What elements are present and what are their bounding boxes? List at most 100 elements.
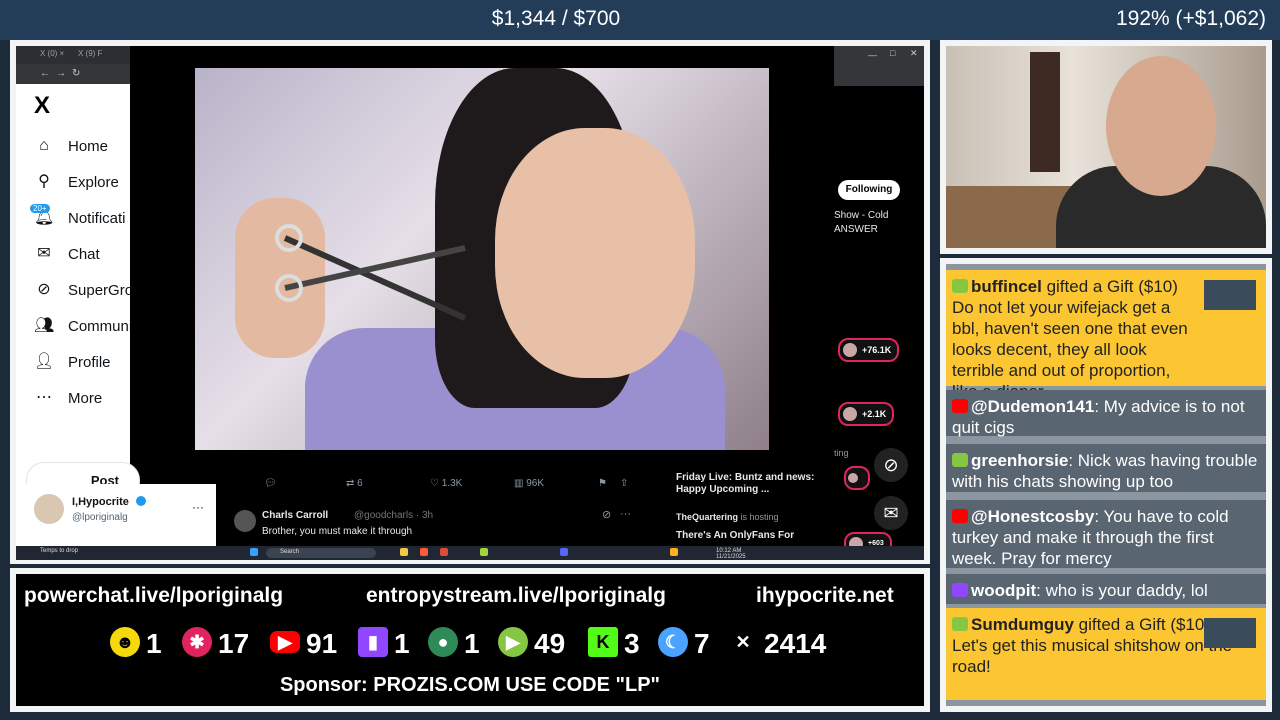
panel-text: ANSWER: [834, 224, 878, 235]
dlive-icon: ●: [428, 627, 458, 657]
account-switcher[interactable]: I,Hypocrite @lporiginalg ···: [16, 484, 216, 546]
space-pill[interactable]: +76.1K: [838, 338, 900, 362]
youtube-icon: ▶: [270, 631, 300, 653]
nav-supergrok[interactable]: ⊘ SuperGro: [34, 280, 130, 304]
nav-home[interactable]: ⌂ Home: [34, 136, 130, 160]
more-icon[interactable]: ···: [620, 508, 631, 520]
reload-icon[interactable]: ↻: [72, 68, 80, 79]
chat-message: @Honestcosby: You have to cold turkey an…: [946, 500, 1266, 568]
chat-feed: buffincel gifted a Gift ($10) Do not let…: [946, 264, 1266, 706]
space-pill[interactable]: [844, 466, 870, 490]
retweet-button[interactable]: ⇄ 6: [346, 478, 363, 489]
discord-icon[interactable]: [560, 548, 568, 556]
browser-tab[interactable]: X (0) ×: [40, 49, 64, 58]
x-sidebar: X ⌂ Home ⚲ Explore 🔔︎ Notificati 20+ ✉ Chat …: [16, 84, 140, 546]
screen-capture: X (0) × X (9) F ← → ↻ — □ ✕ X ⌂ Home ⚲ Exp…: [16, 46, 924, 560]
mail-icon: ✉: [37, 245, 51, 262]
people-icon: 👥︎: [34, 317, 55, 334]
views-button[interactable]: ▥ 96K: [514, 478, 544, 489]
back-icon[interactable]: ←: [40, 68, 50, 79]
chat-message: buffincel gifted a Gift ($10) Do not let…: [946, 270, 1266, 401]
space-title[interactable]: There's An OnlyFans For: [676, 530, 794, 541]
info-banner: powerchat.live/lporiginalg entropystream…: [16, 574, 924, 706]
trending-column: Friday Live: Buntz and news: Happy Upcom…: [666, 470, 834, 546]
tweet-area: 💬︎ ⇄ 6 ♡ 1.3K ▥ 96K ⚑ ⇧ Charls Carroll @…: [216, 470, 666, 546]
reply-icon[interactable]: 💬︎: [264, 478, 277, 489]
app-icon[interactable]: [670, 548, 678, 556]
panel-text: ting: [834, 448, 849, 458]
entropy-link: entropystream.live/lporiginalg: [366, 584, 666, 607]
avatar[interactable]: [234, 510, 256, 532]
tweet-author[interactable]: Charls Carroll: [262, 510, 328, 521]
share-icon[interactable]: ⇧: [620, 478, 628, 489]
windows-taskbar: Temps to drop Search 10:12 AM 11/21/2025: [16, 546, 924, 560]
scissors-icon: [275, 224, 467, 321]
close-icon[interactable]: ✕: [910, 48, 918, 59]
folder-icon[interactable]: [400, 548, 408, 556]
taskbar-date: 11/21/2025: [716, 554, 746, 560]
profile-name: I,Hypocrite: [72, 496, 129, 508]
person-icon: 👤︎: [34, 353, 55, 370]
minimize-icon[interactable]: —: [868, 50, 877, 60]
browser-nav-bar: ← → ↻: [16, 64, 130, 84]
kick-icon: K: [588, 627, 618, 657]
goal-percent: 192% (+$1,062): [1115, 7, 1266, 30]
space-pill[interactable]: +2.1K: [838, 402, 895, 426]
tweet-text: Brother, you must make it through: [262, 526, 413, 537]
avatar: [34, 494, 64, 524]
chrome-icon[interactable]: [440, 548, 448, 556]
space-host[interactable]: TheQuartering is hosting: [676, 512, 779, 522]
twitch-icon: ▮: [358, 627, 388, 657]
youtube-icon: [952, 509, 968, 523]
nav-communities[interactable]: 👥︎ Communi: [34, 316, 130, 340]
kick-alt-icon: ✱: [182, 627, 212, 657]
chat-message: greenhorsie: Nick was having trouble wit…: [946, 444, 1266, 492]
grok-icon[interactable]: ⊘: [602, 508, 611, 521]
trend-line[interactable]: Happy Upcoming ...: [676, 484, 769, 495]
cam-door: [1030, 52, 1060, 172]
chat-message: woodpit: who is your daddy, lol: [946, 574, 1266, 604]
forward-icon[interactable]: →: [56, 68, 66, 79]
youtube-icon: [952, 399, 968, 413]
nav-explore[interactable]: ⚲ Explore: [34, 172, 130, 196]
firefox-icon[interactable]: [420, 548, 428, 556]
donation-goal-bar: $1,344 / $700 192% (+$1,062): [0, 0, 1280, 40]
sponsor-text: Sponsor: PROZIS.COM USE CODE "LP": [279, 674, 661, 696]
gift-thumbnail: [1204, 280, 1256, 310]
more-icon[interactable]: ···: [192, 500, 204, 514]
weather-widget[interactable]: Temps to drop: [40, 548, 78, 554]
following-button[interactable]: Following: [838, 180, 900, 200]
expanded-image[interactable]: [195, 68, 769, 450]
profile-handle: @lporiginalg: [72, 512, 128, 523]
nav-more[interactable]: ⋯ More: [34, 388, 130, 412]
browser-tab-bar: X (0) × X (9) F: [16, 46, 130, 64]
rumble-icon: ▶: [498, 627, 528, 657]
rumble-icon: [952, 453, 968, 467]
maximize-icon[interactable]: □: [890, 48, 895, 58]
verified-icon: [136, 496, 146, 506]
x-logo[interactable]: X: [34, 92, 50, 120]
home-icon: ⌂: [39, 137, 49, 154]
trend-line: Friday Live: Buntz and news:: [676, 472, 815, 483]
nav-chat[interactable]: ✉ Chat: [34, 244, 130, 268]
twitch-icon: [952, 583, 968, 597]
image-face: [495, 128, 695, 378]
goal-amount: $1,344 / $700: [491, 7, 621, 30]
app-icon[interactable]: [480, 548, 488, 556]
viewer-counts: ☻ 1 ✱ 17 ▶ 91 ▮ 1 ● 1 ▶ 49 K3 ☾ 7 ✕ 2414: [110, 626, 850, 660]
chat-message: Sumdumguy gifted a Gift ($10) Let's get …: [946, 608, 1266, 700]
powerchat-link: powerchat.live/lporiginalg: [24, 584, 284, 607]
like-button[interactable]: ♡ 1.3K: [430, 478, 462, 489]
chat-message: @Dudemon141: My advice is to not quit ci…: [946, 390, 1266, 437]
bookmark-icon[interactable]: ⚑: [598, 478, 607, 489]
windows-icon[interactable]: [250, 548, 258, 556]
mail-icon[interactable]: ✉: [874, 496, 908, 530]
grok-icon[interactable]: ⊘: [874, 448, 908, 482]
search-icon: ⚲: [38, 173, 50, 190]
browser-tab[interactable]: X (9) F: [78, 49, 102, 58]
taskbar-search[interactable]: Search: [266, 548, 376, 558]
x-icon: ✕: [735, 632, 751, 652]
nav-profile[interactable]: 👤︎ Profile: [34, 352, 130, 376]
panel-text: Show - Cold: [834, 210, 889, 221]
cam-head: [1106, 56, 1216, 196]
